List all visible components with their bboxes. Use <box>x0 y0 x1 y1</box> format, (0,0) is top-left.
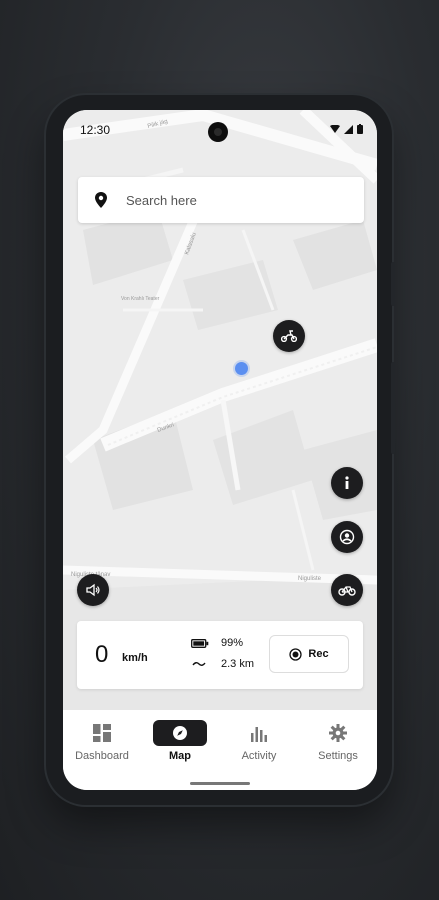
record-icon <box>289 647 303 661</box>
ride-info-card: 0 km/h 99% 2.3 km Rec <box>77 621 363 689</box>
compass-icon <box>173 726 187 740</box>
nav-item-settings[interactable]: Settings <box>299 720 377 770</box>
sound-button[interactable] <box>77 574 109 606</box>
info-icon <box>345 476 349 489</box>
vehicle-marker-button[interactable] <box>273 320 305 352</box>
location-pin-icon <box>95 192 107 208</box>
speed-unit: km/h <box>122 652 148 664</box>
nav-item-activity[interactable]: Activity <box>220 720 298 770</box>
signal-icon <box>344 124 353 134</box>
battery-value: 99% <box>221 637 244 649</box>
bar-chart-icon <box>251 727 267 742</box>
current-location-dot <box>235 362 248 375</box>
status-time: 12:30 <box>80 123 111 137</box>
record-button[interactable]: Rec <box>269 635 349 673</box>
front-camera <box>208 122 228 142</box>
record-label: Rec <box>308 648 329 660</box>
nav-item-dashboard[interactable]: Dashboard <box>63 720 141 770</box>
status-icons <box>330 124 363 134</box>
bicycle-icon <box>338 586 356 596</box>
route-icon <box>192 662 206 666</box>
dashboard-icon <box>93 724 111 742</box>
battery-level-icon <box>191 638 209 648</box>
nav-label-map: Map <box>169 750 191 762</box>
distance-value: 2.3 km <box>221 658 255 670</box>
map-label-street-5: Niguliste <box>298 576 322 582</box>
nav-label-dashboard: Dashboard <box>75 750 129 762</box>
volume-button <box>391 262 395 306</box>
app-screen: Pilik jäg Kalasalu Von Krahlı Teater Dun… <box>63 110 377 790</box>
status-bar: 12:30 <box>63 110 377 146</box>
scooter-icon <box>281 330 297 342</box>
nav-item-map[interactable]: Map <box>141 720 219 770</box>
speed-value: 0 <box>95 641 109 668</box>
speaker-icon <box>86 583 100 597</box>
user-location-icon <box>339 529 355 545</box>
battery-stat: 99% <box>191 637 243 649</box>
power-button <box>391 362 395 454</box>
gear-icon <box>329 724 347 742</box>
nav-label-settings: Settings <box>318 750 358 762</box>
recenter-button[interactable] <box>331 521 363 553</box>
wifi-icon <box>330 124 340 133</box>
search-bar[interactable] <box>78 177 364 223</box>
bike-mode-button[interactable] <box>331 574 363 606</box>
nav-label-activity: Activity <box>241 750 277 762</box>
info-button[interactable] <box>331 467 363 499</box>
distance-stat: 2.3 km <box>191 658 254 670</box>
bottom-navigation: Dashboard Map Activity Settings <box>63 710 377 790</box>
search-input[interactable] <box>124 191 348 209</box>
home-indicator[interactable] <box>190 782 250 785</box>
battery-icon <box>357 124 363 134</box>
nav-active-indicator <box>153 720 207 746</box>
map-label-street-3: Von Krahlı Teater <box>121 296 160 302</box>
